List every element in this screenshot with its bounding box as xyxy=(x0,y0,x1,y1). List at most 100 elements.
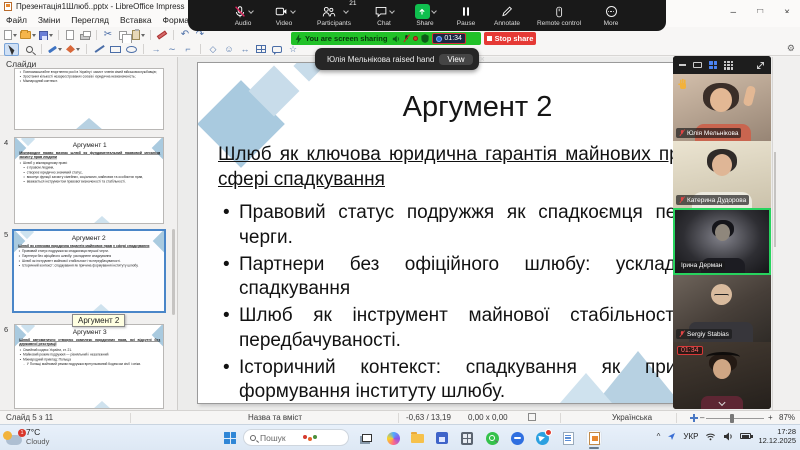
slides-panel-scrollbar[interactable] xyxy=(172,229,175,315)
chat-button[interactable]: Chat xyxy=(367,4,401,27)
minimize-panel-icon[interactable] xyxy=(679,64,686,66)
slide-thumbnail-4[interactable]: Аргумент 1 Міжнародне право визнає шлюб … xyxy=(14,137,164,224)
video-button[interactable]: Video xyxy=(267,4,301,27)
document-app-button[interactable] xyxy=(560,430,576,446)
more-button[interactable]: More xyxy=(594,4,628,27)
participant-tile[interactable]: 01:34 xyxy=(673,342,771,409)
chevron-down-icon[interactable] xyxy=(248,8,254,14)
curve-icon[interactable]: ∼ xyxy=(166,43,178,56)
slide-thumbnail-3[interactable]: Повномасштабне вторгнення росії в Україн… xyxy=(14,68,164,130)
slide-text-block[interactable]: Шлюб як ключова юридична гарантія майнов… xyxy=(218,143,718,404)
export-icon[interactable] xyxy=(64,29,76,42)
hidden-icons-chevron[interactable]: ^ xyxy=(657,432,661,441)
participant-name-chip: Катерина Дудорова xyxy=(676,195,749,205)
battery-icon[interactable] xyxy=(740,433,751,439)
chevron-down-icon[interactable] xyxy=(389,8,395,14)
basic-shapes-icon[interactable]: ◇ xyxy=(207,43,219,56)
menu-view[interactable]: Перегляд xyxy=(71,15,109,25)
connector-icon[interactable]: ⌐ xyxy=(182,43,194,56)
zoom-in-button[interactable]: + xyxy=(768,413,773,422)
weather-condition: Cloudy xyxy=(26,438,49,447)
ellipse-icon[interactable] xyxy=(125,43,137,56)
view-button[interactable]: View xyxy=(439,54,472,65)
keyboard-language[interactable]: УКР xyxy=(683,432,698,441)
clone-formatting-icon[interactable] xyxy=(156,29,168,42)
tray-time: 17:28 xyxy=(777,427,796,436)
shield-icon xyxy=(421,34,429,43)
audio-button[interactable]: Audio xyxy=(226,4,260,27)
whatsapp-button[interactable] xyxy=(484,430,500,446)
pause-share-button[interactable]: Pause xyxy=(449,4,483,27)
share-button[interactable]: Share xyxy=(408,4,442,27)
zoom-slider[interactable] xyxy=(706,418,764,419)
fill-color-icon[interactable] xyxy=(66,43,80,56)
rectangle-icon[interactable] xyxy=(109,43,121,56)
text-language[interactable]: Українська xyxy=(612,413,652,422)
paste-icon[interactable] xyxy=(132,29,145,42)
menu-file[interactable]: Файл xyxy=(6,15,27,25)
copilot-button[interactable] xyxy=(385,430,401,446)
clock[interactable]: 17:28 12.12.2025 xyxy=(758,427,796,445)
slide-counter: Слайд 5 з 11 xyxy=(6,413,53,422)
share-screen-icon xyxy=(415,4,430,19)
copy-icon[interactable] xyxy=(117,29,129,42)
annotate-button[interactable]: Annotate xyxy=(490,4,524,27)
close-notification-icon[interactable]: × xyxy=(480,54,485,64)
decor-triangle xyxy=(93,401,111,409)
save-app-button[interactable] xyxy=(434,430,450,446)
remote-control-button[interactable]: Remote control xyxy=(531,4,587,27)
sidebar-settings-gear-icon[interactable]: ⚙ xyxy=(787,43,795,54)
open-icon[interactable] xyxy=(20,29,36,42)
grid-view-icon[interactable] xyxy=(724,61,733,70)
stop-share-button[interactable]: Stop share xyxy=(484,32,536,45)
participants-button[interactable]: 21 Participants xyxy=(308,4,360,27)
chevron-down-icon[interactable] xyxy=(290,8,296,14)
start-button[interactable] xyxy=(222,430,238,446)
slide-number: 4 xyxy=(4,138,8,147)
participant-tile-active-speaker[interactable]: Ірина Дерман xyxy=(673,208,771,275)
cut-icon[interactable]: ✂ xyxy=(102,29,114,42)
telegram-button[interactable] xyxy=(534,430,550,446)
table-icon[interactable] xyxy=(255,43,267,56)
speaker-view-icon[interactable] xyxy=(693,62,702,68)
new-document-icon[interactable] xyxy=(4,29,17,42)
menu-edit[interactable]: Зміни xyxy=(38,15,60,25)
undo-icon[interactable]: ↶ xyxy=(179,29,191,42)
zoom-fit-icon[interactable] xyxy=(690,414,698,422)
calculator-button[interactable] xyxy=(459,430,475,446)
gallery-view-icon-active[interactable] xyxy=(709,61,717,69)
impress-taskbar-button-active[interactable] xyxy=(586,430,602,446)
block-arrows-icon[interactable]: ↔ xyxy=(239,43,251,56)
slide-thumbnail-6[interactable]: Аргумент 3 Шлюб автоматично створює комп… xyxy=(14,324,164,409)
callout-icon[interactable] xyxy=(271,43,283,56)
zoom-slider-thumb[interactable] xyxy=(730,414,734,423)
zoom-tool-icon[interactable] xyxy=(23,43,35,56)
chevron-down-icon[interactable] xyxy=(343,8,349,14)
select-tool-icon[interactable] xyxy=(4,43,19,56)
participant-tile[interactable]: Юлія Мельнікова xyxy=(673,74,771,141)
slide-thumbnail-5-selected[interactable]: Аргумент 2 Шлюб як ключова юридична гара… xyxy=(12,229,166,313)
workspace-scrollbar[interactable] xyxy=(774,152,776,247)
video-panel-header xyxy=(673,56,771,74)
insert-line-icon[interactable] xyxy=(93,43,105,56)
chevron-down-icon[interactable] xyxy=(431,8,437,14)
participant-tile[interactable]: Sergiy Stabias xyxy=(673,275,771,342)
symbol-shapes-icon[interactable]: ☺ xyxy=(223,43,235,56)
print-icon[interactable] xyxy=(79,29,91,42)
participant-tile[interactable]: Катерина Дудорова xyxy=(673,141,771,208)
speaker-icon[interactable] xyxy=(723,432,733,441)
taskbar-search[interactable]: Пошук xyxy=(243,429,349,446)
weather-widget[interactable]: 1 7°C Cloudy xyxy=(6,428,49,446)
save-icon[interactable] xyxy=(39,29,53,42)
decor-triangle xyxy=(92,304,110,312)
zoom-level[interactable]: 87% xyxy=(779,413,795,422)
line-color-icon[interactable] xyxy=(48,43,62,56)
zoom-out-button[interactable]: – xyxy=(700,413,704,422)
file-explorer-button[interactable] xyxy=(409,430,425,446)
wifi-icon[interactable] xyxy=(705,432,716,441)
arrow-shape-icon[interactable]: → xyxy=(150,43,162,56)
task-view-button[interactable] xyxy=(359,430,375,446)
menu-insert[interactable]: Вставка xyxy=(120,15,152,25)
app-button[interactable] xyxy=(509,430,525,446)
expand-panel-icon[interactable] xyxy=(756,61,765,70)
